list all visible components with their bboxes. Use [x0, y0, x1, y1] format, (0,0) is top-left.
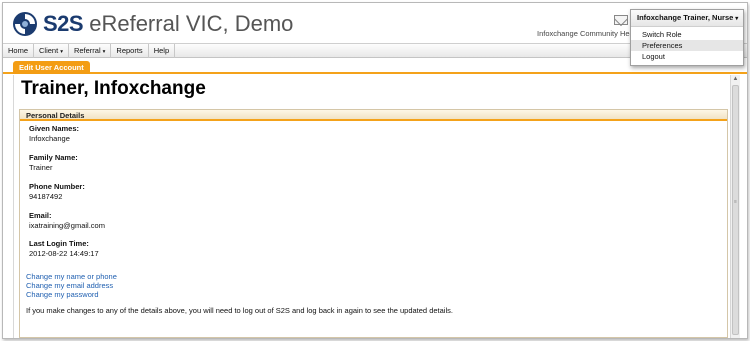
nav-home-label: Home [8, 46, 29, 55]
last-login-label: Last Login Time: [29, 239, 89, 248]
change-name-link[interactable]: Change my name or phone [26, 272, 117, 281]
user-menu-dropdown: Infoxchange Trainer, Nurse ▾ Switch Role … [630, 9, 744, 66]
email-label: Email: [29, 211, 52, 220]
nav-reports-label: Reports [116, 46, 143, 55]
envelope-icon[interactable] [614, 15, 628, 25]
page-title: Trainer, Infoxchange [21, 78, 206, 99]
change-email-link[interactable]: Change my email address [26, 281, 113, 290]
app-brand[interactable]: S2S eReferral VIC, Demo [43, 11, 293, 37]
given-names-value: Infoxchange [29, 134, 70, 143]
chevron-down-icon: ▾ [60, 49, 63, 55]
vertical-scrollbar[interactable]: ▲ ≡ [730, 75, 740, 338]
nav-client-label: Client [39, 46, 59, 55]
user-menu-label: Infoxchange Trainer, Nurse [637, 13, 734, 22]
brand-name: eReferral VIC, Demo [89, 11, 294, 36]
app-window: S2S eReferral VIC, Demo Infoxchange Comm… [2, 2, 748, 339]
nav-referral-label: Referral [73, 46, 101, 55]
family-name-value: Trainer [29, 163, 53, 172]
tab-edit-user-account[interactable]: Edit User Account [13, 61, 90, 74]
email-value: ixatraining@gmail.com [29, 221, 105, 230]
nav-home[interactable]: Home [3, 44, 35, 58]
update-note: If you make changes to any of the detail… [26, 306, 453, 315]
scroll-up-arrow-icon[interactable]: ▲ [732, 76, 739, 83]
nav-help-label: Help [153, 46, 170, 55]
menu-item-logout[interactable]: Logout [631, 51, 743, 62]
phone-number-value: 94187492 [29, 192, 63, 201]
chevron-down-icon: ▾ [735, 16, 739, 22]
grip-icon: ≡ [734, 199, 737, 205]
given-names-label: Given Names: [29, 124, 80, 133]
organisation-name: Infoxchange Community Health [537, 29, 633, 38]
menu-item-preferences[interactable]: Preferences [631, 40, 743, 51]
scroll-thumb[interactable]: ≡ [732, 85, 739, 335]
nav-referral[interactable]: Referral ▾ [69, 44, 112, 58]
phone-number-label: Phone Number: [29, 182, 85, 191]
family-name-label: Family Name: [29, 153, 78, 162]
menu-item-switch-role[interactable]: Switch Role [631, 29, 743, 40]
nav-reports[interactable]: Reports [111, 44, 149, 58]
brand-short: S2S [43, 11, 84, 36]
s2s-logo-icon [13, 12, 37, 36]
nav-client[interactable]: Client ▾ [34, 44, 69, 58]
nav-help[interactable]: Help [149, 44, 176, 58]
user-menu-button[interactable]: Infoxchange Trainer, Nurse ▾ [631, 10, 743, 27]
change-password-link[interactable]: Change my password [26, 290, 99, 299]
panel-title: Personal Details [20, 110, 727, 121]
chevron-down-icon: ▾ [102, 49, 106, 55]
main-content: Trainer, Infoxchange Personal Details Gi… [13, 75, 730, 338]
last-login-value: 2012-08-22 14:49:17 [29, 249, 99, 258]
personal-details-panel: Personal Details Given Names: Infoxchang… [19, 109, 728, 338]
user-menu-list: Switch Role Preferences Logout [631, 27, 743, 65]
